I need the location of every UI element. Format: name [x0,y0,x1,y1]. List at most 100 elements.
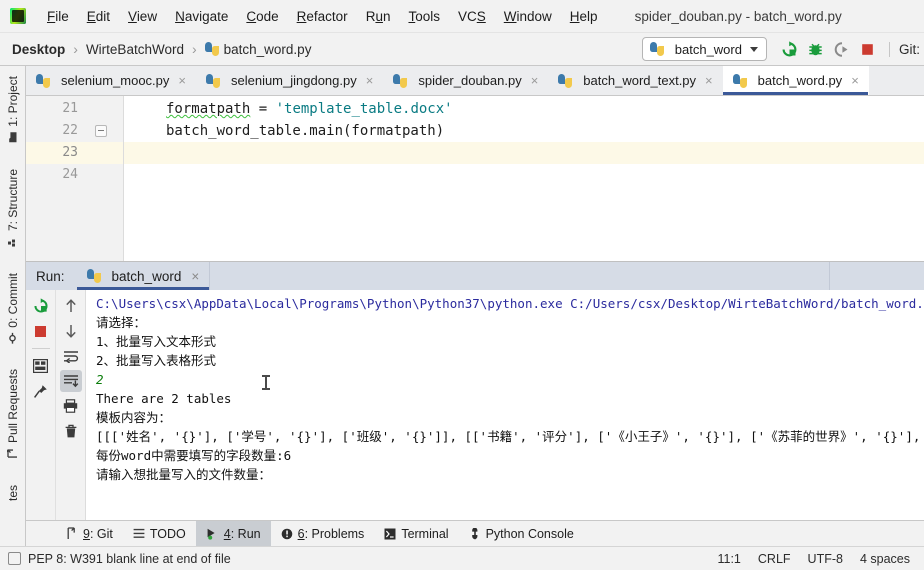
sidebar-item-structure[interactable]: 7: Structure [6,163,20,253]
stop-icon[interactable] [30,320,52,342]
sidebar-item-tests[interactable]: tes [6,479,20,507]
line-number: 24 [62,167,78,182]
editor-tab-label: batch_word_text.py [583,73,697,88]
editor-gutter: 21 22 23 24 [26,96,86,261]
editor-tab-bar: selenium_mooc.py × selenium_jingdong.py … [26,66,924,96]
editor-tab-label: batch_word.py [757,73,843,88]
code-editor[interactable]: 21 22 23 24 formatpath = 'template_table… [26,96,924,261]
run-with-coverage-icon[interactable] [829,37,855,61]
soft-wrap-icon[interactable] [60,345,82,367]
chevron-down-icon [749,46,758,52]
menu-item-navigate[interactable]: Navigate [166,7,237,26]
bottom-tab-todo[interactable]: TODO [123,521,196,546]
menu-item-help[interactable]: Help [561,7,607,26]
close-icon[interactable]: × [851,73,859,88]
editor-tab-label: selenium_jingdong.py [230,73,357,88]
code-line: batch_word_table.main(formatpath) [124,120,924,142]
menu-item-refactor[interactable]: Refactor [288,7,357,26]
indent-setting[interactable]: 4 spaces [860,552,910,566]
bottom-tool-bar: 9: Git TODO 4: Run 6: Problems Terminal … [26,520,924,546]
menu-item-code[interactable]: Code [237,7,287,26]
sidebar-item-pull-requests[interactable]: Pull Requests [6,363,20,465]
trash-icon[interactable] [60,420,82,442]
bottom-tab-python-console[interactable]: Python Console [459,521,584,546]
run-tool-window-body: C:\Users\csx\AppData\Local\Programs\Pyth… [26,290,924,520]
bottom-tab-git[interactable]: 9: Git [56,521,123,546]
fold-slot[interactable] [86,120,123,142]
bottom-tab-label: Terminal [401,526,449,541]
breadcrumb-separator: › [191,41,197,57]
editor-tab-selenium-mooc[interactable]: selenium_mooc.py × [26,66,196,95]
close-icon[interactable]: × [366,73,374,88]
fold-slot [86,142,123,164]
code-line-current [124,142,924,164]
python-config-icon [86,269,101,283]
bottom-tab-problems[interactable]: 6: Problems [271,521,375,546]
pin-icon[interactable] [30,380,52,402]
project-folder-icon [7,132,18,143]
rerun-icon[interactable] [30,295,52,317]
rerun-icon[interactable] [777,37,803,61]
breadcrumb-item-desktop[interactable]: Desktop [12,42,65,57]
status-message: PEP 8: W391 blank line at end of file [28,551,231,566]
sidebar-item-commit[interactable]: 0: Commit [6,267,20,350]
inspection-icon [8,552,21,565]
window-title: spider_douban.py - batch_word.py [634,8,842,24]
bottom-tab-run[interactable]: 4: Run [195,521,271,546]
git-branch-icon [66,527,78,540]
file-encoding[interactable]: UTF-8 [808,552,843,566]
git-label: Git: [888,41,920,57]
stop-icon[interactable] [855,37,881,61]
breadcrumb-item-file[interactable]: batch_word.py [224,42,312,57]
python-file-icon [36,73,50,88]
editor-tab-label: selenium_mooc.py [61,73,170,88]
menu-item-vcs[interactable]: VCS [449,7,495,26]
breadcrumb-item-project[interactable]: WirteBatchWord [86,42,184,57]
layout-icon[interactable] [30,355,52,377]
scroll-to-end-icon[interactable] [59,370,82,392]
sidebar-item-label: Pull Requests [5,369,20,444]
left-tool-strip: 1: Project 7: Structure 0: Commit Pull R… [0,66,26,546]
scroll-down-icon[interactable] [60,320,82,342]
run-tab-label: batch_word [111,268,182,284]
line-number: 23 [26,142,86,164]
run-configuration-selector[interactable]: batch_word [641,37,767,61]
editor-fold-column [86,96,124,261]
close-icon[interactable]: × [531,73,539,88]
run-tab-batch-word[interactable]: batch_word × [76,262,210,290]
line-separator[interactable]: CRLF [758,552,791,566]
close-icon[interactable]: × [191,269,199,284]
console-line: [[['姓名', '{}'], ['学号', '{}'], ['班级', '{}… [96,429,924,444]
workspace: 1: Project 7: Structure 0: Commit Pull R… [0,66,924,546]
sidebar-item-project[interactable]: 1: Project [6,70,20,149]
line-number: 22 [62,123,78,138]
editor-tab-selenium-jingdong[interactable]: selenium_jingdong.py × [196,66,383,95]
editor-tab-batch-word-text[interactable]: batch_word_text.py × [548,66,722,95]
scroll-up-icon[interactable] [60,295,82,317]
menu-item-file[interactable]: File [38,7,78,26]
debug-icon[interactable] [803,37,829,61]
console-line: 请选择： [96,315,147,330]
problems-icon [281,528,293,540]
menu-item-run[interactable]: Run [357,7,400,26]
caret-position[interactable]: 11:1 [717,552,740,566]
fold-collapse-icon[interactable] [95,125,107,137]
console-line: 请输入想批量写入的文件数量： [96,467,272,482]
print-icon[interactable] [60,395,82,417]
menu-item-tools[interactable]: Tools [399,7,449,26]
python-file-icon [205,73,220,88]
bottom-tab-terminal[interactable]: Terminal [374,521,458,546]
console-line: 1、批量写入文本形式 [96,334,217,349]
menu-item-edit[interactable]: Edit [78,7,119,26]
console-output[interactable]: C:\Users\csx\AppData\Local\Programs\Pyth… [86,290,924,520]
code-text-area[interactable]: formatpath = 'template_table.docx' batch… [124,96,924,261]
run-tool-window-header: Run: batch_word × [26,262,924,290]
close-icon[interactable]: × [705,73,713,88]
close-icon[interactable]: × [178,73,186,88]
editor-tab-batch-word[interactable]: batch_word.py × [722,66,869,95]
console-line: 模板内容为： [96,410,172,425]
editor-tab-spider-douban[interactable]: spider_douban.py × [383,66,548,95]
menu-item-view[interactable]: View [119,7,166,26]
menu-item-window[interactable]: Window [495,7,561,26]
structure-icon [7,236,18,247]
